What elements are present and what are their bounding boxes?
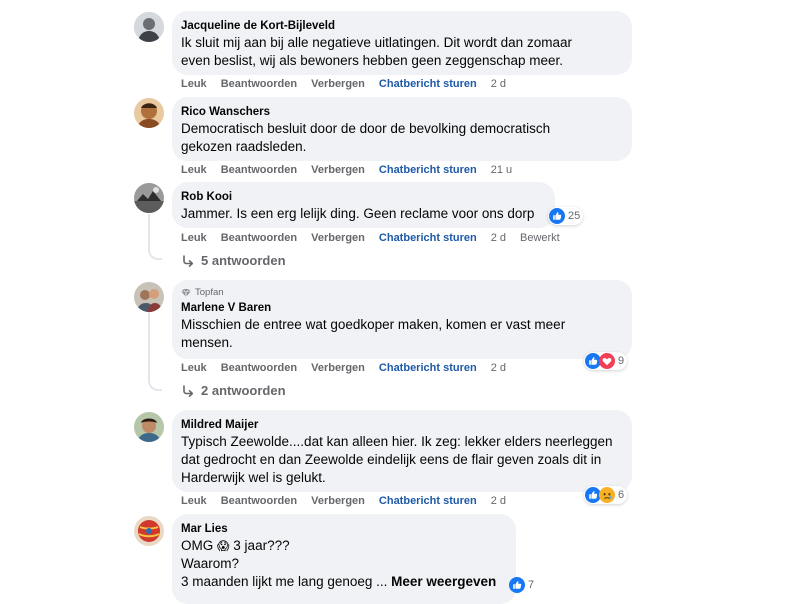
comment-actions: Leuk Beantwoorden Verbergen Chatbericht …	[181, 164, 526, 176]
comment-text-line: gekozen raadsleden.	[181, 139, 307, 154]
avatar[interactable]	[134, 98, 164, 128]
avatar[interactable]	[134, 12, 164, 42]
comment-actions: Leuk Beantwoorden Verbergen Chatbericht …	[181, 495, 520, 507]
like-button[interactable]: Leuk	[181, 232, 207, 244]
comment-text-line: dat gedrocht en dan Zeewolde eindelijk e…	[181, 452, 602, 467]
reaction-summary[interactable]: 9	[584, 352, 628, 370]
love-icon	[599, 353, 615, 369]
hide-button[interactable]: Verbergen	[311, 78, 365, 90]
comment-bubble: Topfan Marlene V Baren Misschien de entr…	[172, 280, 632, 359]
comment-text-line: mensen.	[181, 335, 233, 350]
reply-button[interactable]: Beantwoorden	[221, 495, 297, 507]
comment-actions: Leuk Beantwoorden Verbergen Chatbericht …	[181, 362, 520, 374]
like-icon	[509, 577, 525, 593]
thread-line	[148, 312, 150, 377]
hide-button[interactable]: Verbergen	[311, 362, 365, 374]
comment-timestamp[interactable]: 2 d	[491, 232, 506, 244]
avatar[interactable]	[134, 183, 164, 213]
topfan-label: Topfan	[195, 287, 224, 298]
send-message-button[interactable]: Chatbericht sturen	[379, 78, 477, 90]
reply-button[interactable]: Beantwoorden	[221, 362, 297, 374]
reaction-count: 6	[618, 489, 625, 501]
reply-button[interactable]: Beantwoorden	[221, 232, 297, 244]
comment-text-segment: 3 jaar???	[233, 538, 290, 553]
thread-connector	[148, 246, 162, 260]
reaction-count: 25	[568, 210, 581, 222]
view-replies-button[interactable]: 2 antwoorden	[181, 383, 286, 398]
send-message-button[interactable]: Chatbericht sturen	[379, 164, 477, 176]
sad-icon	[599, 487, 615, 503]
comment-author[interactable]: Rob Kooi	[181, 190, 545, 204]
thread-line	[148, 214, 150, 246]
comment-text-segment: OMG	[181, 538, 214, 553]
avatar[interactable]	[134, 412, 164, 442]
comment-bubble: Mildred Maijer Typisch Zeewolde....dat k…	[172, 410, 632, 492]
reaction-summary[interactable]: 25	[548, 207, 584, 225]
comment-bubble: Rico Wanschers Democratisch besluit door…	[172, 97, 632, 161]
reply-button[interactable]: Beantwoorden	[221, 164, 297, 176]
comment-actions: Leuk Beantwoorden Verbergen Chatbericht …	[181, 78, 520, 90]
comment-author[interactable]: Mildred Maijer	[181, 418, 622, 432]
reaction-count: 7	[528, 579, 535, 591]
send-message-button[interactable]: Chatbericht sturen	[379, 495, 477, 507]
comment-text-line: Jammer. Is een erg lelijk ding. Geen rec…	[181, 206, 535, 221]
comment-text-line: Ik sluit mij aan bij alle negatieve uitl…	[181, 35, 572, 50]
comment-author[interactable]: Marlene V Baren	[181, 301, 622, 315]
comment-text-line: Harderwijk wel is gelukt.	[181, 470, 326, 485]
comment-text-line: 3 maanden lijkt me lang genoeg ... Meer …	[181, 573, 506, 591]
avatar[interactable]	[134, 516, 164, 546]
replies-count-label: 2 antwoorden	[201, 383, 286, 398]
comment-bubble: Jacqueline de Kort-Bijleveld Ik sluit mi…	[172, 11, 632, 75]
comment-timestamp[interactable]: 2 d	[491, 495, 506, 507]
comment-author[interactable]: Mar Lies	[181, 522, 506, 536]
reaction-summary[interactable]: 7	[508, 576, 537, 594]
like-icon	[549, 208, 565, 224]
hide-button[interactable]: Verbergen	[311, 495, 365, 507]
comment-bubble: Mar Lies OMG 😱 3 jaar??? Waarom? 3 maand…	[172, 514, 516, 604]
like-button[interactable]: Leuk	[181, 362, 207, 374]
edited-label: Bewerkt	[520, 232, 560, 244]
comment-author[interactable]: Rico Wanschers	[181, 105, 622, 119]
topfan-badge: Topfan	[181, 287, 622, 299]
comment-timestamp[interactable]: 2 d	[491, 78, 506, 90]
comment-text-line: OMG 😱 3 jaar???	[181, 537, 506, 555]
comment-actions: Leuk Beantwoorden Verbergen Chatbericht …	[181, 232, 574, 244]
hide-button[interactable]: Verbergen	[311, 164, 365, 176]
like-button[interactable]: Leuk	[181, 164, 207, 176]
comment-text-line: Democratisch besluit door de door de bev…	[181, 121, 551, 136]
comment-bubble: Rob Kooi Jammer. Is een erg lelijk ding.…	[172, 182, 555, 228]
view-replies-button[interactable]: 5 antwoorden	[181, 253, 286, 268]
comment-author[interactable]: Jacqueline de Kort-Bijleveld	[181, 19, 622, 33]
comment-timestamp[interactable]: 2 d	[491, 362, 506, 374]
like-button[interactable]: Leuk	[181, 78, 207, 90]
reaction-summary[interactable]: 6	[584, 486, 628, 504]
comment-text-line: Typisch Zeewolde....dat kan alleen hier.…	[181, 434, 613, 449]
comment-timestamp[interactable]: 21 u	[491, 164, 512, 176]
avatar[interactable]	[134, 282, 164, 312]
comment-text-segment: 3 maanden lijkt me lang genoeg ...	[181, 574, 388, 589]
see-more-link[interactable]: Meer weergeven	[391, 574, 496, 589]
like-button[interactable]: Leuk	[181, 495, 207, 507]
diamond-icon	[181, 288, 191, 298]
thread-connector	[148, 377, 162, 391]
reply-button[interactable]: Beantwoorden	[221, 78, 297, 90]
scream-emoji-icon: 😱	[217, 539, 230, 553]
comment-text-line: even beslist, wij als bewoners hebben ge…	[181, 53, 563, 68]
comment-text-line: Waarom?	[181, 556, 240, 571]
comment-text-line: Misschien de entree wat goedkoper maken,…	[181, 317, 566, 332]
reaction-count: 9	[618, 355, 625, 367]
send-message-button[interactable]: Chatbericht sturen	[379, 362, 477, 374]
reply-arrow-icon	[183, 384, 194, 397]
send-message-button[interactable]: Chatbericht sturen	[379, 232, 477, 244]
reply-arrow-icon	[183, 254, 194, 267]
hide-button[interactable]: Verbergen	[311, 232, 365, 244]
replies-count-label: 5 antwoorden	[201, 253, 286, 268]
